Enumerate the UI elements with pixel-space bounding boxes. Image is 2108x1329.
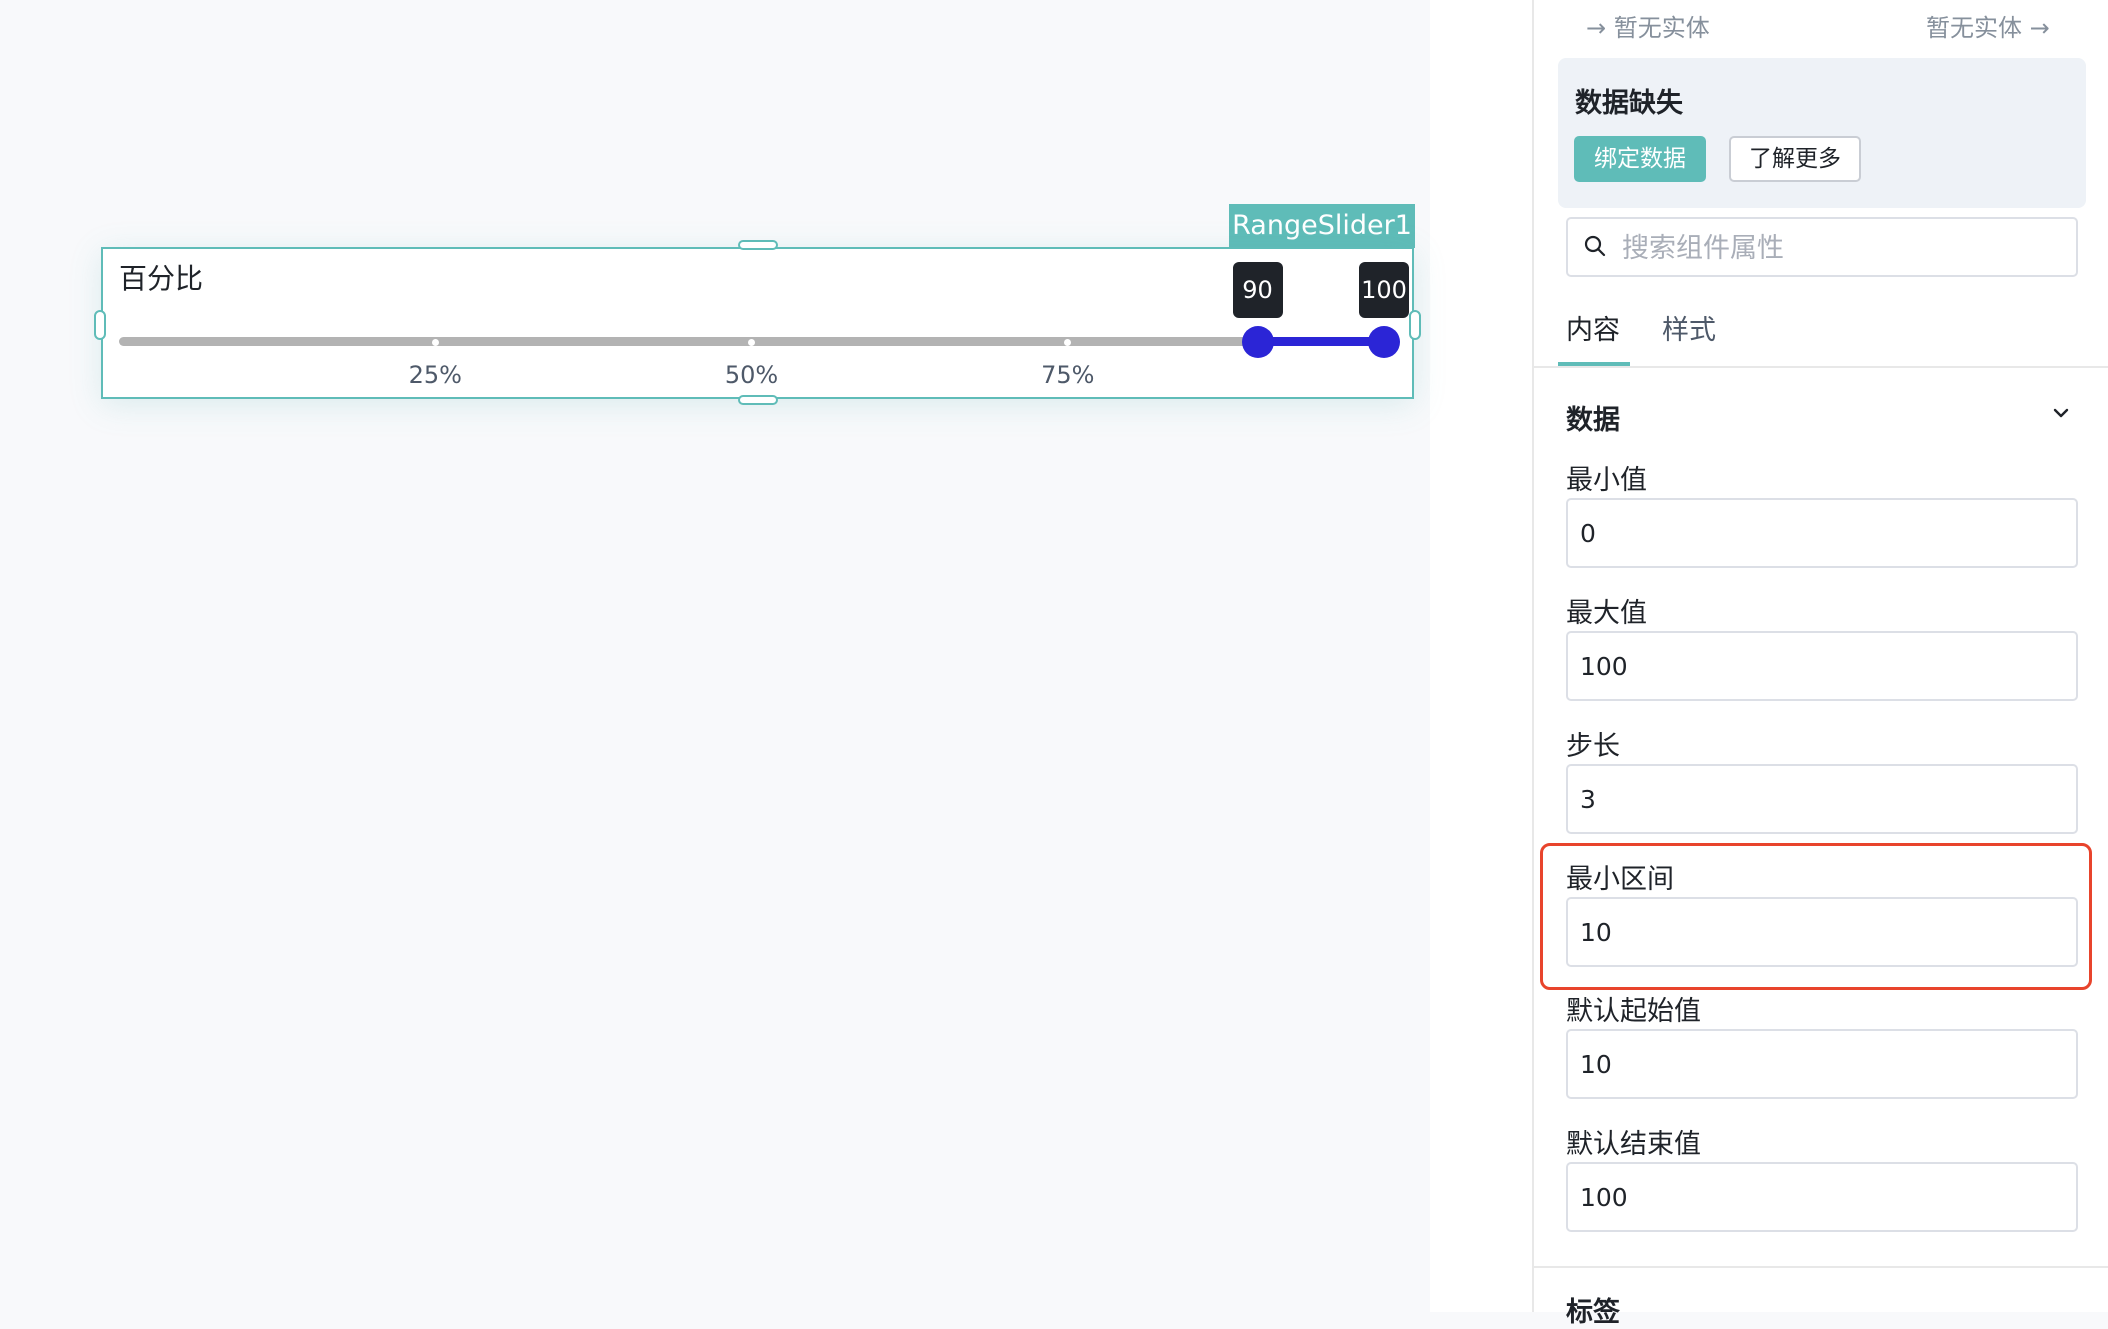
tab-content[interactable]: 内容 (1566, 308, 1620, 347)
highlight-box (1540, 843, 2092, 990)
end-thumb[interactable] (1368, 326, 1400, 358)
bind-data-button[interactable]: 绑定数据 (1574, 136, 1706, 182)
tick-dot (431, 339, 439, 346)
min-value-input[interactable] (1566, 498, 2078, 568)
end-value-tooltip: 100 (1359, 262, 1409, 318)
resize-handle-left[interactable] (94, 310, 106, 340)
search-icon (1584, 235, 1606, 257)
arrow-right-icon: → (2029, 14, 2050, 42)
start-thumb[interactable] (1241, 326, 1274, 358)
entity-label: 暂无实体 (1613, 14, 1710, 42)
tick-label: 25% (408, 361, 462, 389)
step-label: 步长 (1566, 731, 1620, 762)
entity-label: 暂无实体 (1926, 14, 2022, 42)
default-end-label: 默认结束值 (1566, 1129, 1701, 1160)
chevron-down-icon[interactable] (2050, 402, 2072, 424)
section-title-label[interactable]: 标签 (1566, 1290, 1620, 1329)
search-input[interactable] (1620, 222, 2064, 274)
resize-handle-top[interactable] (738, 240, 778, 250)
section-divider (1532, 1266, 2108, 1268)
tick-label: 50% (724, 361, 779, 389)
min-value-label: 最小值 (1566, 465, 1647, 496)
slider-label: 百分比 (119, 262, 204, 295)
section-title-data[interactable]: 数据 (1566, 398, 1620, 437)
tick-label: 75% (1041, 361, 1095, 389)
entity-link-right[interactable]: 暂无实体 → (1926, 8, 2050, 43)
tabs-divider (1532, 366, 2108, 368)
canvas-gutter (1430, 0, 1532, 1312)
resize-handle-bottom[interactable] (738, 395, 778, 405)
max-value-input[interactable] (1566, 631, 2078, 701)
tick-dot (748, 339, 755, 346)
resize-handle-right[interactable] (1409, 310, 1421, 340)
learn-more-button[interactable]: 了解更多 (1729, 136, 1861, 182)
widget-name-tag[interactable]: RangeSlider1 (1229, 204, 1415, 248)
start-value-tooltip: 90 (1232, 262, 1283, 318)
editor-canvas (0, 0, 1430, 1312)
slider-range-fill (1257, 337, 1384, 346)
arrow-right-icon: → (1586, 14, 1607, 42)
default-start-input[interactable] (1566, 1029, 2078, 1099)
tab-style[interactable]: 样式 (1662, 308, 1716, 347)
max-value-label: 最大值 (1566, 598, 1647, 629)
default-end-input[interactable] (1566, 1162, 2078, 1232)
notice-title: 数据缺失 (1575, 88, 1683, 119)
default-start-label: 默认起始值 (1566, 996, 1701, 1027)
step-input[interactable] (1566, 764, 2078, 834)
entity-link-left[interactable]: → 暂无实体 (1586, 8, 1710, 43)
